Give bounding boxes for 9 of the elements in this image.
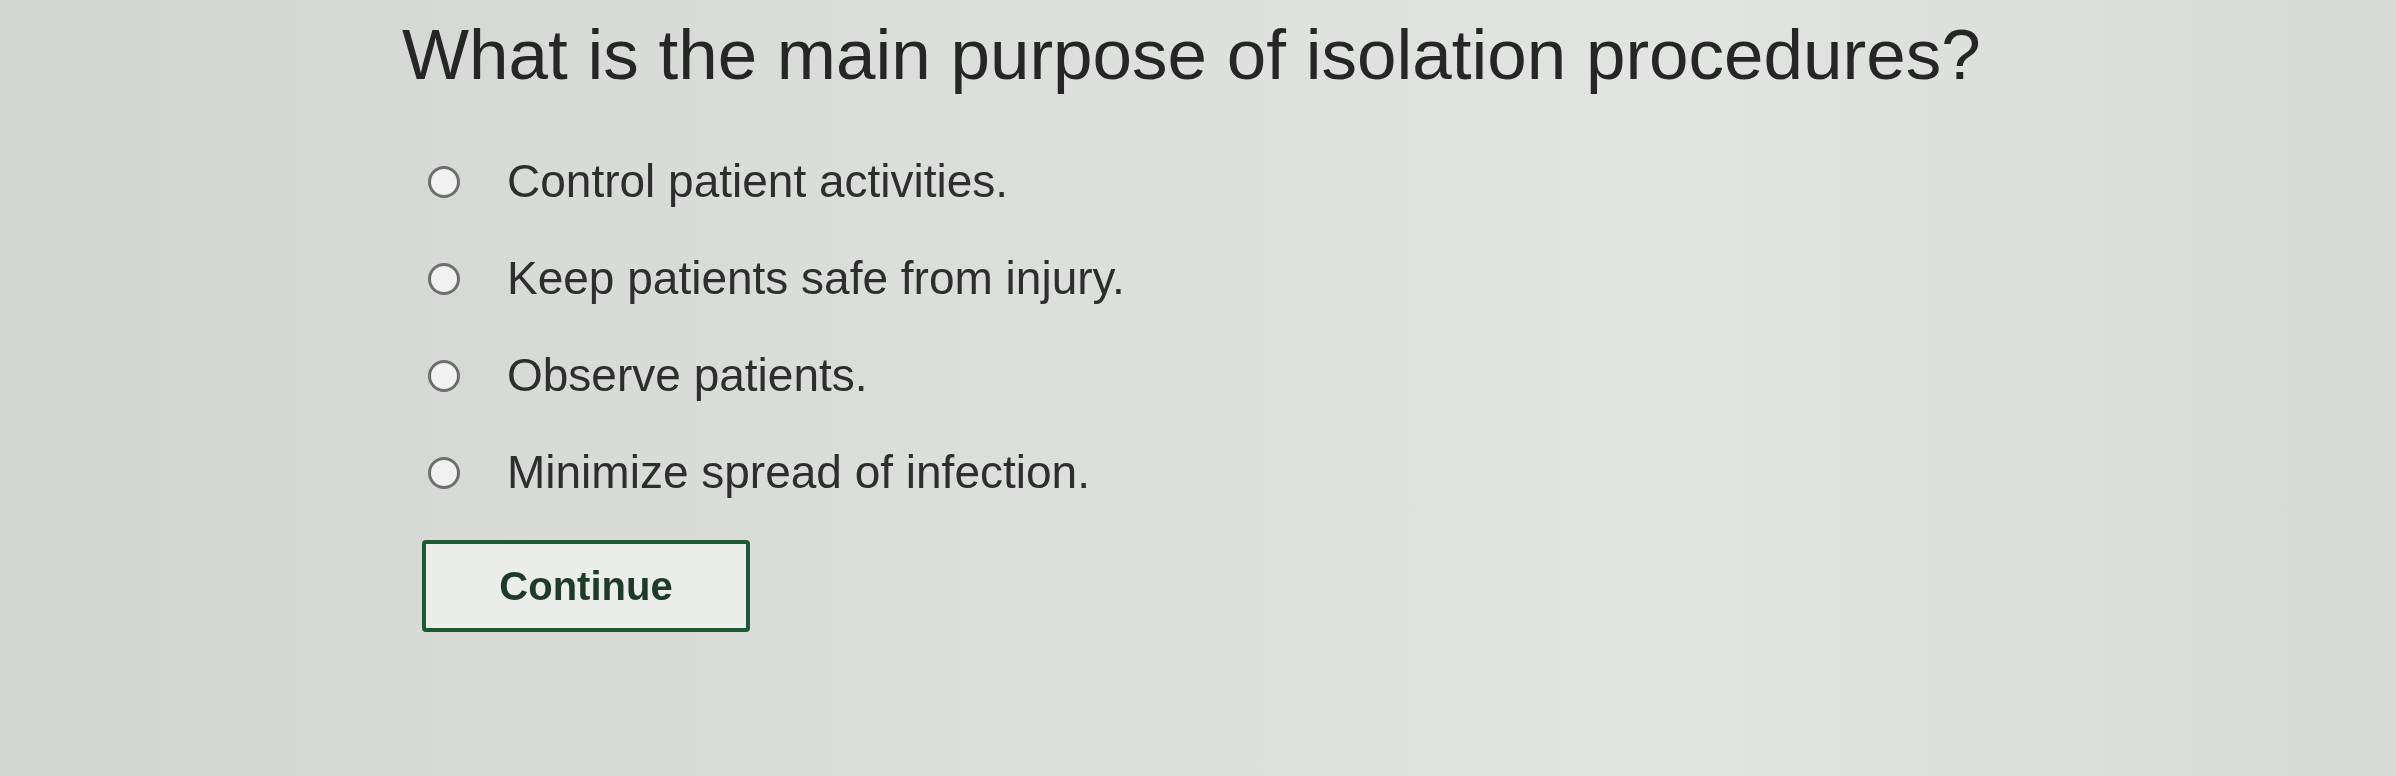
radio-button[interactable] <box>428 456 460 489</box>
radio-button[interactable] <box>428 165 460 198</box>
radio-button[interactable] <box>428 359 460 392</box>
option-label[interactable]: Keep patients safe from injury. <box>507 252 1125 305</box>
option-label[interactable]: Observe patients. <box>507 349 868 402</box>
option-label[interactable]: Minimize spread of infection. <box>507 446 1090 499</box>
continue-button[interactable]: Continue <box>422 540 750 632</box>
radio-button[interactable] <box>428 262 460 295</box>
option-label[interactable]: Control patient activities. <box>507 155 1009 208</box>
